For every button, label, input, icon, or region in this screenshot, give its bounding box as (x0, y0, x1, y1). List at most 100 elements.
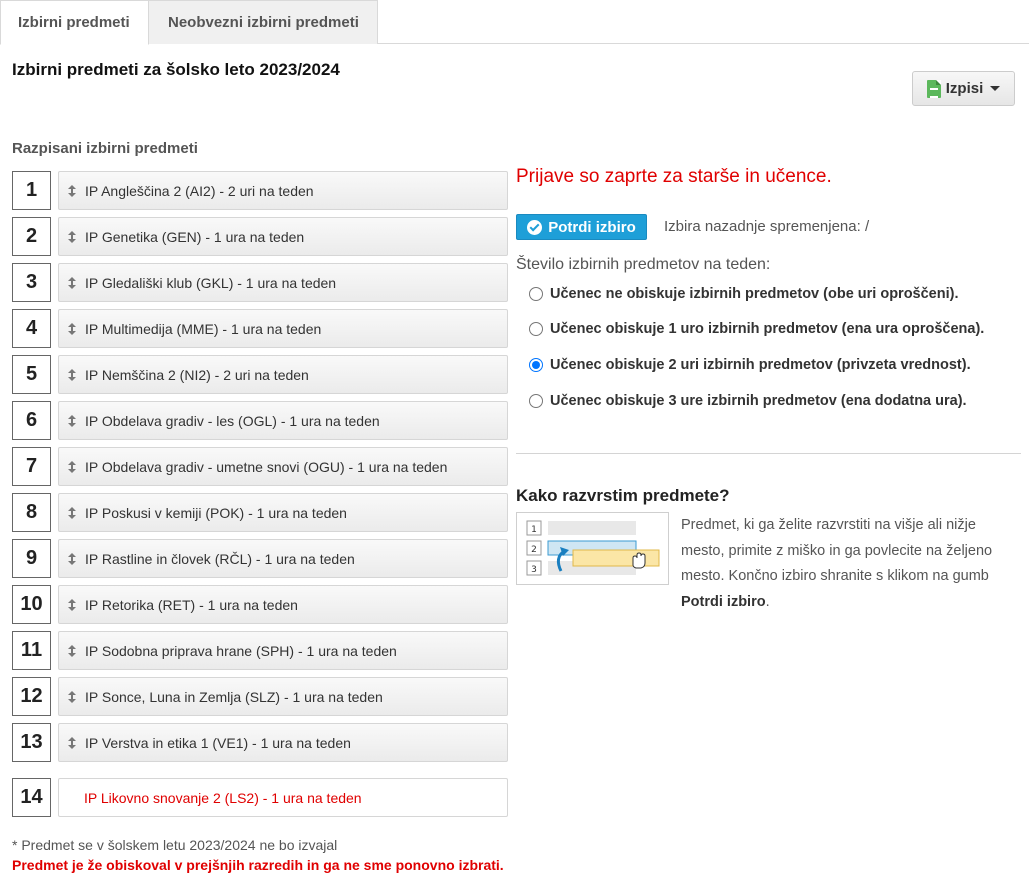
radio-3-hours[interactable] (529, 394, 543, 408)
subject-label: IP Angleščina 2 (AI2) - 2 uri na teden (85, 182, 314, 199)
subject-rank: 8 (12, 493, 51, 532)
option-2-hours[interactable]: Učenec obiskuje 2 uri izbirnih predmetov… (529, 357, 971, 373)
drag-handle-icon[interactable] (59, 552, 85, 565)
document-icon (926, 79, 941, 98)
subject-row: 2 IP Genetika (GEN) - 1 ura na teden (12, 217, 508, 263)
izpisi-label: Izpisi (945, 80, 984, 97)
caret-down-icon (990, 86, 1001, 91)
izpisi-dropdown-button[interactable]: Izpisi (912, 71, 1015, 106)
option-label: Učenec obiskuje 2 uri izbirnih predmetov… (550, 357, 971, 373)
divider (516, 453, 1021, 454)
subject-row: 7 IP Obdelava gradiv - umetne snovi (OGU)… (12, 447, 508, 493)
tab-bar: Izbirni predmeti Neobvezni izbirni predm… (0, 0, 1029, 45)
check-circle-icon (527, 219, 543, 235)
subject-row: 8 IP Poskusi v kemiji (POK) - 1 ura na te… (12, 493, 508, 539)
subject-row: 6 IP Obdelava gradiv - les (OGL) - 1 ura … (12, 401, 508, 447)
subject-label: IP Likovno snovanje 2 (LS2) - 1 ura na t… (84, 789, 362, 806)
subject-item[interactable]: IP Multimedija (MME) - 1 ura na teden (58, 309, 508, 348)
count-label: Število izbirnih predmetov na teden: (516, 256, 771, 273)
subject-row-excluded: 14 IP Likovno snovanje 2 (LS2) - 1 ura n… (12, 778, 508, 818)
subject-label: IP Nemščina 2 (NI2) - 2 uri na teden (85, 366, 309, 383)
page-title: Izbirni predmeti za šolsko leto 2023/202… (12, 60, 340, 79)
drag-handle-icon[interactable] (59, 736, 85, 749)
subject-item[interactable]: IP Rastline in človek (RČL) - 1 ura na t… (58, 539, 508, 578)
subject-label: IP Retorika (RET) - 1 ura na teden (85, 596, 298, 613)
drag-handle-icon[interactable] (59, 690, 85, 703)
closed-message: Prijave so zaprte za starše in učence. (516, 166, 832, 187)
radio-1-hour[interactable] (529, 322, 543, 336)
option-label: Učenec obiskuje 3 ure izbirnih predmetov… (550, 393, 967, 409)
subject-list: 1 IP Angleščina 2 (AI2) - 2 uri na teden 2… (12, 171, 508, 769)
drag-handle-icon[interactable] (59, 276, 85, 289)
subject-item[interactable]: IP Poskusi v kemiji (POK) - 1 ura na ted… (58, 493, 508, 532)
subject-label: IP Rastline in človek (RČL) - 1 ura na t… (85, 550, 355, 567)
subject-item[interactable]: IP Obdelava gradiv - umetne snovi (OGU) … (58, 447, 508, 486)
subject-label: IP Obdelava gradiv - les (OGL) - 1 ura n… (85, 412, 380, 429)
option-1-hour[interactable]: Učenec obiskuje 1 uro izbirnih predmetov… (529, 321, 984, 337)
option-3-hours[interactable]: Učenec obiskuje 3 ure izbirnih predmetov… (529, 393, 967, 409)
tab-neobvezni-izbirni-predmeti[interactable]: Neobvezni izbirni predmeti (148, 0, 378, 44)
drag-handle-icon[interactable] (59, 414, 85, 427)
subject-item[interactable]: IP Sodobna priprava hrane (SPH) - 1 ura … (58, 631, 508, 670)
drag-handle-icon[interactable] (59, 230, 85, 243)
subject-label: IP Sodobna priprava hrane (SPH) - 1 ura … (85, 642, 397, 659)
drag-handle-icon[interactable] (59, 598, 85, 611)
option-0-hours[interactable]: Učenec ne obiskuje izbirnih predmetov (o… (529, 286, 959, 302)
subject-label: IP Genetika (GEN) - 1 ura na teden (85, 228, 305, 245)
subject-row: 13 IP Verstva in etika 1 (VE1) - 1 ura na… (12, 723, 508, 769)
subject-item[interactable]: IP Retorika (RET) - 1 ura na teden (58, 585, 508, 624)
subject-rank: 3 (12, 263, 51, 302)
subject-rank: 5 (12, 355, 51, 394)
subject-item[interactable]: IP Sonce, Luna in Zemlja (SLZ) - 1 ura n… (58, 677, 508, 716)
svg-text:1: 1 (531, 525, 537, 535)
drag-handle-icon[interactable] (59, 506, 85, 519)
confirm-selection-button[interactable]: Potrdi izbiro (516, 214, 647, 240)
svg-text:2: 2 (531, 545, 537, 555)
subject-row: 12 IP Sonce, Luna in Zemlja (SLZ) - 1 ura… (12, 677, 508, 723)
drag-illustration: 1 2 3 (516, 512, 669, 585)
subject-label: IP Obdelava gradiv - umetne snovi (OGU) … (85, 458, 448, 475)
subject-item[interactable]: IP Gledališki klub (GKL) - 1 ura na tede… (58, 263, 508, 302)
drag-handle-icon[interactable] (59, 322, 85, 335)
subject-rank: 10 (12, 585, 51, 624)
footnote-warning: Predmet je že obiskoval v prejšnjih razr… (12, 857, 504, 873)
radio-0-hours[interactable] (529, 287, 543, 301)
subject-label: IP Gledališki klub (GKL) - 1 ura na tede… (85, 274, 337, 291)
subject-rank: 12 (12, 677, 51, 716)
help-title: Kako razvrstim predmete? (516, 486, 730, 505)
subject-label: IP Verstva in etika 1 (VE1) - 1 ura na t… (85, 734, 351, 751)
drag-handle-icon[interactable] (59, 184, 85, 197)
subject-rank: 13 (12, 723, 51, 762)
help-text: Predmet, ki ga želite razvrstiti na višj… (681, 517, 993, 610)
subject-item[interactable]: IP Verstva in etika 1 (VE1) - 1 ura na t… (58, 723, 508, 762)
subject-rank: 6 (12, 401, 51, 440)
subject-row: 11 IP Sodobna priprava hrane (SPH) - 1 ur… (12, 631, 508, 677)
subject-item[interactable]: IP Genetika (GEN) - 1 ura na teden (58, 217, 508, 256)
drag-handle-icon[interactable] (59, 644, 85, 657)
option-label: Učenec obiskuje 1 uro izbirnih predmetov… (550, 321, 985, 337)
svg-text:3: 3 (531, 565, 537, 575)
subject-item[interactable]: IP Nemščina 2 (NI2) - 2 uri na teden (58, 355, 508, 394)
drag-handle-icon[interactable] (59, 368, 85, 381)
subject-row: 5 IP Nemščina 2 (NI2) - 2 uri na teden (12, 355, 508, 401)
tab-izbirni-predmeti[interactable]: Izbirni predmeti (0, 0, 149, 45)
subject-rank: 1 (12, 171, 51, 210)
subject-label: IP Poskusi v kemiji (POK) - 1 ura na ted… (85, 504, 347, 521)
radio-2-hours[interactable] (529, 358, 543, 372)
option-label: Učenec ne obiskuje izbirnih predmetov (o… (550, 286, 959, 302)
subject-label: IP Multimedija (MME) - 1 ura na teden (85, 320, 322, 337)
subject-item[interactable]: IP Angleščina 2 (AI2) - 2 uri na teden (58, 171, 508, 210)
subject-row: 10 IP Retorika (RET) - 1 ura na teden (12, 585, 508, 631)
subject-item[interactable]: IP Obdelava gradiv - les (OGL) - 1 ura n… (58, 401, 508, 440)
subject-row: 1 IP Angleščina 2 (AI2) - 2 uri na teden (12, 171, 508, 217)
subject-row: 9 IP Rastline in človek (RČL) - 1 ura na … (12, 539, 508, 585)
subject-label: IP Sonce, Luna in Zemlja (SLZ) - 1 ura n… (85, 688, 383, 705)
subject-rank: 11 (12, 631, 51, 670)
subject-item-excluded: IP Likovno snovanje 2 (LS2) - 1 ura na t… (58, 778, 508, 817)
footnote: * Predmet se v šolskem letu 2023/2024 ne… (12, 837, 338, 853)
last-changed-text: Izbira nazadnje spremenjena: / (664, 218, 870, 235)
drag-handle-icon[interactable] (59, 460, 85, 473)
subject-rank: 14 (12, 778, 51, 817)
subject-rank: 7 (12, 447, 51, 486)
subject-row: 3 IP Gledališki klub (GKL) - 1 ura na ted… (12, 263, 508, 309)
